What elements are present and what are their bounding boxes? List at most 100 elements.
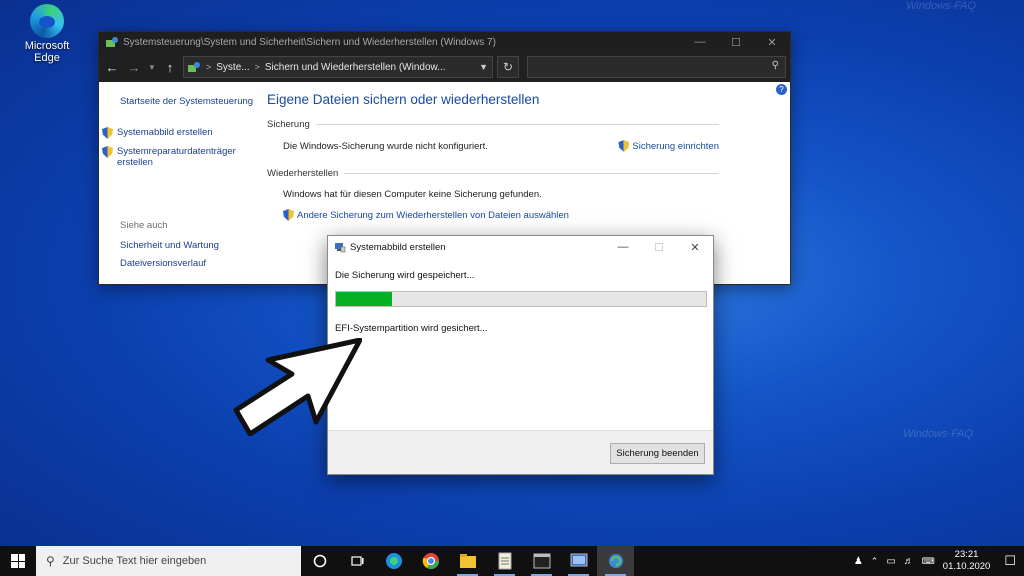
nav-link-file-history[interactable]: Dateiversionsverlauf [120,258,270,269]
stop-backup-button[interactable]: Sicherung beenden [610,443,705,464]
divider [315,124,719,125]
refresh-icon[interactable]: ↻ [497,56,519,78]
section-title: Wiederherstellen [267,168,339,179]
saving-status-text: Die Sicherung wird gespeichert... [335,270,475,281]
maximize-button[interactable]: ☐ [718,36,754,49]
taskbar-backup-button[interactable] [597,546,634,576]
nav-link-repair-disc[interactable]: Systemreparaturdatenträger erstellen [102,146,242,168]
close-button[interactable]: ✕ [754,36,790,49]
dialog-minimize-button[interactable]: — [605,241,641,253]
breadcrumb-separator: > [206,62,212,72]
back-arrow-icon[interactable]: ← [103,60,121,75]
network-window-icon [570,553,587,567]
restore-status-row: Windows hat für diesen Computer keine Si… [283,189,719,200]
window-title: Systemsteuerung\System und Sicherheit\Si… [123,36,496,48]
search-icon: ⚲ [771,60,779,71]
breadcrumb-separator: > [254,62,260,72]
setup-backup-link[interactable]: Sicherung einrichten [618,140,719,152]
address-toolbar: ← → ▼ ↑ > Syste... > Sichern und Wiederh… [99,52,790,82]
recent-locations-chevron-icon[interactable]: ▼ [147,63,157,72]
taskbar-remote-button[interactable] [560,546,597,576]
address-dropdown-chevron-icon[interactable]: ▼ [479,62,488,72]
breadcrumb-item[interactable]: Sichern und Wiederherstellen (Window... [265,62,446,73]
backup-status-row: Die Windows-Sicherung wurde nicht konfig… [283,140,719,152]
cortana-button[interactable] [301,546,338,576]
uac-shield-icon [102,146,113,158]
nav-link-create-image[interactable]: Systemabbild erstellen [102,127,270,139]
dialog-titlebar[interactable]: Systemabbild erstellen — ☐ ✕ [328,236,713,258]
restore-link-row: Andere Sicherung zum Wiederherstellen vo… [283,209,719,221]
task-view-button[interactable] [338,546,375,576]
volume-icon[interactable]: ♬ [904,556,914,567]
forward-arrow-icon[interactable]: → [125,60,143,75]
main-panel: Eigene Dateien sichern oder wiederherste… [267,92,719,230]
nav-link-label: Dateiversionsverlauf [120,258,207,269]
nav-link-home[interactable]: Startseite der Systemsteuerung [120,96,270,107]
action-center-icon[interactable]: ☐ [1004,553,1016,569]
nav-link-label: Sicherheit und Wartung [120,240,219,251]
nav-link-label: Startseite der Systemsteuerung [120,96,254,107]
left-navigation: Startseite der Systemsteuerung Systemabb… [102,96,270,276]
taskbar-chrome-button[interactable] [412,546,449,576]
control-panel-icon [106,37,118,47]
nav-link-label: Systemabbild erstellen [117,127,213,138]
taskbar-explorer-button[interactable] [449,546,486,576]
other-backup-link[interactable]: Andere Sicherung zum Wiederherstellen vo… [283,209,569,221]
dialog-close-button[interactable]: ✕ [677,241,713,254]
system-image-dialog: Systemabbild erstellen — ☐ ✕ Die Sicheru… [327,235,714,475]
taskbar-cmd-button[interactable] [523,546,560,576]
help-icon[interactable]: ? [776,84,787,95]
progress-fill [336,292,392,306]
network-icon[interactable]: ▭ [886,556,895,567]
terminal-icon [533,553,550,569]
window-titlebar[interactable]: Systemsteuerung\System und Sicherheit\Si… [99,32,790,52]
dialog-title: Systemabbild erstellen [350,241,446,253]
chrome-icon [422,553,439,570]
start-button[interactable] [0,546,36,576]
nav-link-security-maintenance[interactable]: Sicherheit und Wartung [120,240,270,251]
edge-icon [385,553,402,569]
link-label: Andere Sicherung zum Wiederherstellen vo… [297,209,569,221]
search-placeholder: Zur Suche Text hier eingeben [62,555,207,567]
desktop-icon-label: Microsoft Edge [24,40,70,64]
watermark: Windows-FAQ [903,428,973,440]
step-status-text: EFI-Systempartition wird gesichert... [335,323,488,334]
clock-date: 01.10.2020 [942,561,991,572]
page-title: Eigene Dateien sichern oder wiederherste… [267,92,540,107]
search-input[interactable]: ⚲ [527,56,786,78]
show-hidden-icons-chevron-icon[interactable]: ⌃ [871,556,879,567]
watermark: Windows-FAQ [906,0,976,12]
link-label: Sicherung einrichten [632,140,719,152]
section-header-backup: Sicherung [267,119,719,130]
divider [344,173,719,174]
section-title: Sicherung [267,119,310,130]
annotation-arrow-icon [233,338,362,436]
control-panel-icon [188,62,200,72]
taskbar: ⚲ Zur Suche Text hier eingeben ♟ ⌃ ▭ ♬ ⌨… [0,546,1024,576]
input-language-icon[interactable]: ⌨ [922,556,935,567]
taskbar-search-input[interactable]: ⚲ Zur Suche Text hier eingeben [36,546,301,576]
uac-shield-icon [283,209,294,221]
desktop-icon-edge[interactable]: Microsoft Edge [12,4,82,64]
windows-logo-icon [11,554,25,568]
search-icon: ⚲ [46,554,55,568]
uac-shield-icon [618,140,630,152]
edge-icon [30,4,64,38]
minimize-button[interactable]: — [682,36,718,48]
system-image-icon [335,243,346,253]
up-arrow-icon[interactable]: ↑ [161,60,179,75]
backup-progress-bar [335,291,707,307]
people-icon[interactable]: ♟ [854,556,863,567]
taskbar-notepad-button[interactable] [486,546,523,576]
notepad-icon [498,552,511,570]
taskbar-edge-button[interactable] [375,546,412,576]
section-header-restore: Wiederherstellen [267,168,719,179]
dialog-maximize-button: ☐ [654,241,664,254]
breadcrumb-item[interactable]: Syste... [216,62,249,73]
taskbar-apps [301,546,634,576]
restore-status-text: Windows hat für diesen Computer keine Si… [283,189,542,200]
address-bar[interactable]: > Syste... > Sichern und Wiederherstelle… [183,56,493,78]
backup-status-text: Die Windows-Sicherung wurde nicht konfig… [283,140,488,152]
taskbar-clock[interactable]: 23:21 01.10.2020 [943,549,991,573]
backup-restore-icon [608,554,623,568]
